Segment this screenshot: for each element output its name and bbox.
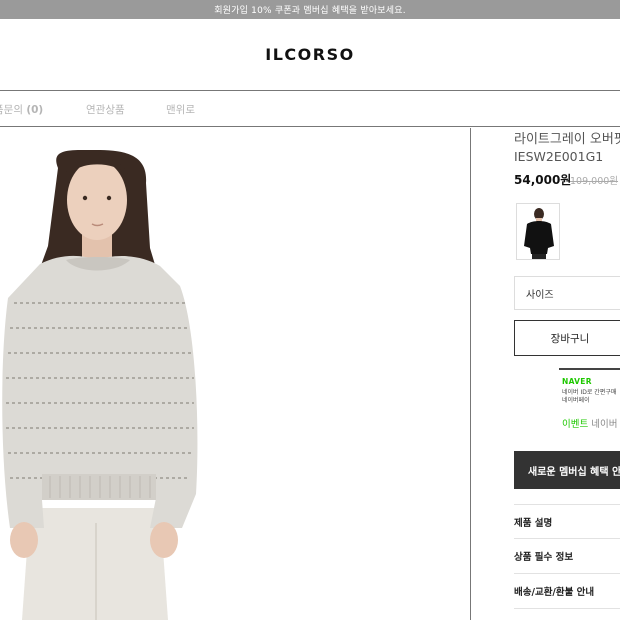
color-option-thumbnail[interactable] <box>516 203 560 260</box>
accordion-product-info[interactable]: 상품 필수 정보 <box>514 538 620 572</box>
promo-banner-text: 회원가입 10% 쿠폰과 멤버십 혜택을 받아보세요. <box>214 6 406 16</box>
brand-logo[interactable]: ILCORSO <box>265 45 354 64</box>
size-select[interactable]: 사이즈 <box>514 276 620 310</box>
tab-qna-label: 품문의 <box>0 104 23 116</box>
product-main-image[interactable] <box>0 128 470 620</box>
product-info-panel: 라이트그레이 오버핏 IESW2E001G1 54,000원 109,000원 … <box>471 128 620 620</box>
event-tag: 이벤트 <box>562 419 589 430</box>
accordion-divider <box>514 608 620 609</box>
product-tab-bar: 품문의 (0) 연관상품 맨위로 <box>0 92 620 127</box>
add-to-cart-button[interactable]: 장바구니 <box>514 320 620 356</box>
product-name: 라이트그레이 오버핏 <box>514 132 620 147</box>
tab-qna[interactable]: 품문의 (0) <box>0 102 43 117</box>
promo-banner[interactable]: 회원가입 10% 쿠폰과 멤버십 혜택을 받아보세요. <box>0 0 620 19</box>
naver-pay-label: 네이버페이 <box>562 397 590 404</box>
tab-back-to-top[interactable]: 맨위로 <box>166 102 195 117</box>
accordion-shipping-returns[interactable]: 배송/교환/환불 안내 <box>514 573 620 607</box>
sale-price: 54,000원 <box>514 173 572 187</box>
accordion-product-description[interactable]: 제품 설명 <box>514 504 620 538</box>
event-text: 네이버 <box>591 419 618 430</box>
naver-pay-box[interactable]: NAVER 네이버 ID로 간편구매 네이버페이 <box>559 368 620 406</box>
naver-logo: NAVER <box>562 377 592 386</box>
naver-event-link[interactable]: 이벤트 네이버 <box>562 416 618 430</box>
original-price: 109,000원 <box>570 176 619 187</box>
site-header: ILCORSO <box>0 19 620 91</box>
tab-qna-count: (0) <box>26 104 44 116</box>
product-code: IESW2E001G1 <box>514 149 604 164</box>
tab-related-products[interactable]: 연관상품 <box>86 102 125 117</box>
black-sweater-thumbnail-image <box>524 208 554 259</box>
membership-benefits-button[interactable]: 새로운 멤버십 혜택 안내 <box>514 451 620 489</box>
model-in-sweater-image <box>2 149 198 620</box>
